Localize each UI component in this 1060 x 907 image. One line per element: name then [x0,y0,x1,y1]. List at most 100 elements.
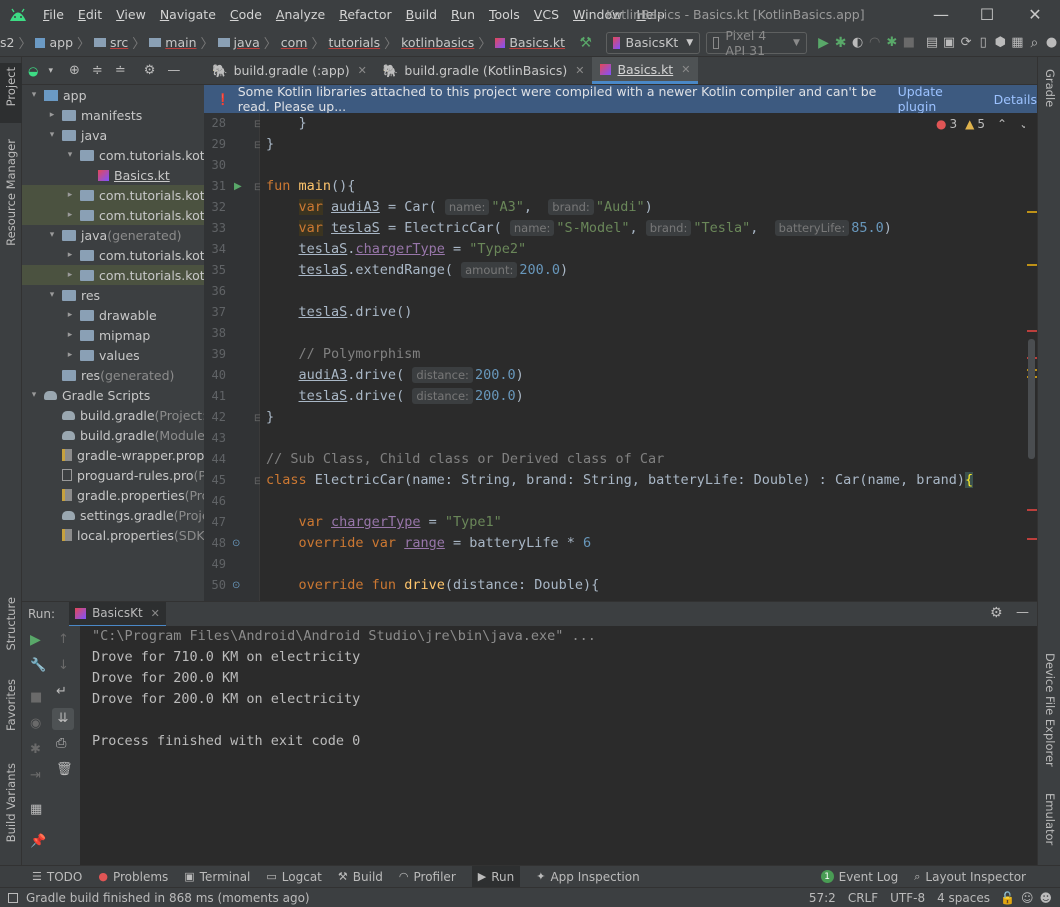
android-view-icon[interactable]: ◒ [28,64,38,78]
sdk-manager-icon[interactable]: ⬢ [992,32,1009,54]
breadcrumb-item[interactable]: java [234,35,260,50]
tree-item[interactable]: res (generated) [22,365,174,385]
build-variants-tool-label[interactable]: Build Variants [4,763,18,842]
chevron-right-icon[interactable]: ▸ [64,210,76,220]
print-icon[interactable]: ⎙ [56,736,66,751]
file-encoding[interactable]: UTF-8 [890,891,925,905]
tree-item[interactable]: gradle-wrapper.proper [22,445,204,465]
gear-icon[interactable]: ⚙ [990,605,1003,621]
tree-item[interactable]: settings.gradle (Project [22,505,204,525]
tree-item[interactable]: ▾ java (generated) [22,225,182,245]
make-project-icon[interactable]: ⚒ [577,32,594,54]
up-arrow-icon[interactable]: ↑ [58,632,69,647]
hide-panel-icon[interactable]: — [1016,605,1029,620]
tree-item[interactable]: ▸ manifests [22,105,143,125]
override-gutter-icon[interactable]: ⊙ [232,538,240,549]
line-separator[interactable]: CRLF [848,891,878,905]
tree-item[interactable]: ▸ com.tutorials.kotlin [22,265,204,285]
layout-icon[interactable]: ▦ [30,802,42,817]
minimize-button[interactable]: — [918,3,964,25]
terminal-tool-button[interactable]: ▣ Terminal [184,870,250,884]
down-arrow-icon[interactable]: ↓ [58,658,69,673]
device-file-explorer-tool-label[interactable]: Device File Explorer [1043,653,1057,767]
breadcrumb-item[interactable]: com [281,35,308,50]
error-marker[interactable] [1027,509,1037,511]
tree-item[interactable]: ▸ values [22,345,140,365]
chevron-down-icon[interactable]: ▾ [46,130,58,140]
caret-position[interactable]: 57:2 [809,891,836,905]
layout-inspector-tool-button[interactable]: ⌕ Layout Inspector [914,870,1026,884]
menu-analyze[interactable]: Analyze [269,7,332,22]
close-icon[interactable]: ✕ [151,607,160,620]
chevron-up-icon[interactable]: ⌃ [997,117,1007,131]
avd-manager-icon[interactable]: ▯ [975,32,992,54]
trash-icon[interactable]: 🗑 [56,762,73,777]
logcat-tool-button[interactable]: ▭ Logcat [266,870,322,884]
chevron-right-icon[interactable]: ▸ [64,330,76,340]
chevron-right-icon[interactable]: ▸ [46,110,58,120]
inspection-widget[interactable]: ● 3 ▲ 5 ⌃ ⌄ [936,117,1025,131]
tree-item[interactable]: ▸ com.tutorials.kotlin [22,205,204,225]
menu-refactor[interactable]: Refactor [332,7,398,22]
chevron-down-icon[interactable]: ▾ [28,90,40,100]
tab-build-gradle-app[interactable]: 🐘 build.gradle (:app) ✕ [204,57,375,84]
menu-view[interactable]: View [109,7,153,22]
warning-marker[interactable] [1027,264,1037,266]
chevron-down-icon[interactable]: ▾ [64,150,76,160]
tree-item[interactable]: ▸ com.tutorials.kotlin [22,245,204,265]
error-stripe[interactable] [1025,113,1037,601]
collapse-all-icon[interactable]: ≑ [92,63,103,78]
chevron-right-icon[interactable]: ▸ [64,310,76,320]
app-inspection-tool-button[interactable]: ✦ App Inspection [536,870,639,884]
override-gutter-icon[interactable]: ⊙ [232,580,240,591]
stop-icon[interactable]: ■ [30,690,42,705]
tree-item[interactable]: Basics.kt [22,165,170,185]
hide-panel-icon[interactable]: — [167,63,180,78]
chevron-right-icon[interactable]: ▸ [64,190,76,200]
chevron-right-icon[interactable]: ▸ [64,350,76,360]
apply-changes-icon[interactable]: ✱ [883,32,900,54]
close-window-button[interactable]: ✕ [1012,3,1058,25]
breadcrumb-item[interactable]: app [49,35,73,50]
tree-item[interactable]: ▾ com.tutorials.kotlin [22,145,204,165]
gradle-tool-label[interactable]: Gradle [1043,69,1057,107]
details-link[interactable]: Details [994,92,1037,107]
problems-tool-button[interactable]: ● Problems [98,870,168,884]
terminal-icon[interactable]: ▣ [941,32,958,54]
breadcrumb-item[interactable]: s2 [0,35,14,50]
exit-icon[interactable]: ⇥ [30,768,41,783]
soft-wrap-icon[interactable]: ↵ [56,684,67,699]
tree-item[interactable]: ▾ Gradle Scripts [22,385,151,405]
menu-file[interactable]: File [36,7,71,22]
favorites-tool-label[interactable]: Favorites [4,679,18,731]
project-structure-icon[interactable]: ▤ [923,32,940,54]
tree-item[interactable]: ▸ com.tutorials.kotlin [22,185,204,205]
run-gutter-icon[interactable]: ▶ [234,181,242,192]
code-editor[interactable]: ● 3 ▲ 5 ⌃ ⌄ } } fun main(){ var audiA3 =… [260,113,1025,601]
menu-edit[interactable]: Edit [71,7,109,22]
debug-icon[interactable]: ✱ [832,32,849,54]
menu-code[interactable]: Code [223,7,269,22]
tree-item[interactable]: build.gradle (Module: [22,425,204,445]
run-tab[interactable]: BasicsKt ✕ [69,601,166,627]
run-icon[interactable]: ▶ [815,32,832,54]
scroll-to-end-button[interactable]: ⇊ [52,708,74,730]
tree-item[interactable]: ▾ res [22,285,100,305]
error-marker[interactable] [1027,538,1037,540]
emulator-tool-label[interactable]: Emulator [1043,793,1057,845]
tab-build-gradle-project[interactable]: 🐘 build.gradle (KotlinBasics) ✕ [375,57,593,84]
chevron-down-icon[interactable]: ▾ [46,290,58,300]
profile-icon[interactable]: ◠ [866,32,883,54]
indent-setting[interactable]: 4 spaces [937,891,990,905]
chevron-down-icon[interactable]: ▾ [46,230,58,240]
coverage-icon[interactable]: ◐ [849,32,866,54]
lock-icon[interactable]: 🔓 [1000,891,1015,905]
account-icon[interactable]: ● [1043,32,1060,54]
tree-item[interactable]: ▾ java [22,125,107,145]
error-marker[interactable] [1027,330,1037,332]
close-icon[interactable]: ✕ [575,64,584,77]
tree-item[interactable]: gradle.properties (Proj [22,485,204,505]
gear-icon[interactable]: ⚙ [144,63,156,78]
tree-item[interactable]: build.gradle (Project: K [22,405,204,425]
scrollbar-thumb[interactable] [1028,339,1035,459]
